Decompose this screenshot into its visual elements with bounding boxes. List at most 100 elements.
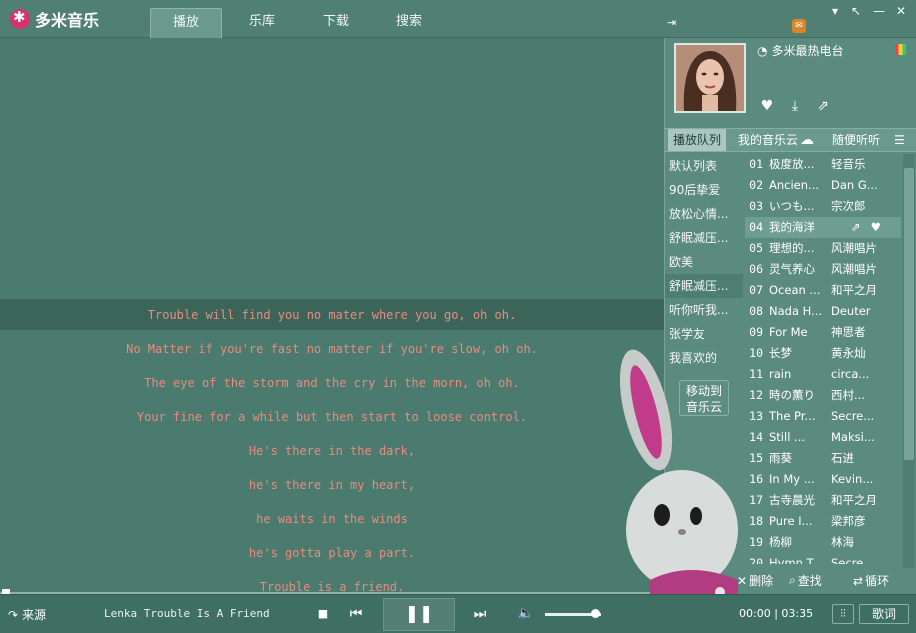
song-artist: 风潮唱片 (831, 262, 877, 276)
move-to-cloud-button[interactable]: 移动到 音乐云 (679, 380, 729, 416)
find-label: 查找 (797, 574, 822, 588)
volume-knob[interactable] (591, 609, 601, 618)
song-row[interactable]: 19 杨柳 林海 (745, 532, 901, 553)
lyric-line: Trouble will find you no mater where you… (147, 308, 517, 322)
tab-music-cloud[interactable]: 我的音乐云 (738, 129, 798, 151)
message-icon[interactable]: ✉ (792, 19, 806, 33)
playlist-category[interactable]: 听你听我... (665, 298, 743, 322)
playlist-category[interactable]: 欧美 (665, 250, 743, 274)
color-skin-icon[interactable] (895, 44, 906, 55)
song-artist: 和平之月 (831, 493, 877, 507)
lyric-toggle-button[interactable]: 歌词 (859, 604, 909, 624)
song-row[interactable]: 07 Ocean ... 和平之月 (745, 280, 901, 301)
song-row[interactable]: 11 rain circa... (745, 364, 901, 385)
source-button[interactable]: ↷ 来源 (8, 606, 46, 623)
lyrics-panel: Trouble will find you no mater where you… (0, 38, 664, 594)
share-icon[interactable]: ⇗ (851, 217, 861, 238)
lyric-line: No Matter if you're fast no matter if yo… (126, 342, 538, 356)
pause-button[interactable]: ❚❚ (383, 598, 455, 631)
tab-random-listen[interactable]: 随便听听 (832, 129, 880, 151)
delete-button[interactable]: ✕ 删除 (737, 572, 773, 589)
heart-icon[interactable]: ♥ (871, 217, 881, 238)
tab-play-queue[interactable]: 播放队列 (668, 129, 727, 151)
list-menu-icon[interactable]: ☰ (894, 129, 905, 151)
playlist-category[interactable]: 放松心情... (665, 202, 743, 226)
find-button[interactable]: ⌕ 查找 (789, 572, 822, 589)
song-row[interactable]: 14 Still ... Maksi... (745, 427, 901, 448)
song-title: 時の薫り (769, 388, 815, 402)
playlist-category[interactable]: 默认列表 (665, 154, 743, 178)
radio-station[interactable]: ◔ 多米最热电台 (757, 42, 844, 59)
song-number: 03 (749, 199, 763, 213)
song-number: 01 (749, 157, 763, 171)
tab-play[interactable]: 播放 (150, 8, 222, 38)
song-title: 理想的... (769, 241, 815, 255)
song-number: 09 (749, 325, 763, 339)
song-list-scrollbar[interactable] (903, 154, 915, 568)
song-title: Hymn T... (769, 556, 824, 564)
song-title: Ocean ... (769, 283, 821, 297)
song-artist: 和平之月 (831, 283, 877, 297)
add-button[interactable]: ＋添加 (677, 572, 715, 589)
song-artist: Secre... (831, 409, 875, 423)
song-row[interactable]: 15 雨葵 石进 (745, 448, 901, 469)
mini-mode-icon[interactable]: ↖ (849, 4, 863, 18)
song-row[interactable]: 05 理想的... 风潮唱片 (745, 238, 901, 259)
song-row[interactable]: 16 In My ... Kevin... (745, 469, 901, 490)
song-title: Nada H... (769, 304, 823, 318)
logo-icon (10, 8, 30, 29)
scrollbar-thumb[interactable] (904, 168, 914, 460)
song-row[interactable]: 18 Pure I... 梁邦彦 (745, 511, 901, 532)
volume-icon[interactable]: 🔈 (517, 605, 535, 623)
tab-download[interactable]: 下载 (300, 8, 372, 38)
song-number: 05 (749, 241, 763, 255)
song-title: 长梦 (769, 346, 792, 360)
station-name: 多米最热电台 (771, 44, 844, 58)
playlist-category[interactable]: 90后挚爱 (665, 178, 743, 202)
song-title: The Pr... (769, 409, 816, 423)
next-icon[interactable]: ⏭ (471, 605, 489, 623)
song-row[interactable]: 01 极度放... 轻音乐 (745, 154, 901, 175)
stop-icon[interactable]: ■ (314, 605, 332, 623)
song-row[interactable]: 09 For Me 神思者 (745, 322, 901, 343)
download-icon[interactable]: ⤓ (787, 98, 803, 114)
song-number: 18 (749, 514, 763, 528)
song-number: 11 (749, 367, 763, 381)
song-row[interactable]: 08 Nada H... Deuter (745, 301, 901, 322)
login-icon[interactable]: ⇥ (667, 17, 679, 29)
source-icon: ↷ (8, 607, 19, 622)
song-artist: 宗次郎 (831, 199, 866, 213)
delete-label: 删除 (749, 574, 774, 588)
playlist-category[interactable]: 舒眠减压... (665, 226, 743, 250)
share-icon[interactable]: ⇗ (815, 98, 831, 114)
playlist-category[interactable]: 舒眠减压... (665, 274, 743, 298)
song-row[interactable]: 03 いつも... 宗次郎 (745, 196, 901, 217)
tab-library[interactable]: 乐库 (226, 8, 298, 38)
song-row[interactable]: 13 The Pr... Secre... (745, 406, 901, 427)
lyric-line: He's there in the dark, (248, 444, 416, 458)
song-row[interactable]: 02 Ancien... Dan G... (745, 175, 901, 196)
song-number: 17 (749, 493, 763, 507)
song-artist: 黄永灿 (831, 346, 866, 360)
search-icon: ⌕ (789, 573, 796, 587)
heart-icon[interactable]: ♥ (759, 98, 775, 114)
song-row[interactable]: 06 灵气养心 风潮唱片 (745, 259, 901, 280)
song-row[interactable]: 12 時の薫り 西村... (745, 385, 901, 406)
album-cover[interactable] (674, 43, 746, 113)
loop-button[interactable]: ⇄ 循环 (853, 572, 889, 589)
equalizer-button[interactable]: ⫶⫶ (832, 604, 854, 624)
song-row[interactable]: 04 我的海洋 ⇗ ♥ (745, 217, 901, 238)
tab-search[interactable]: 搜索 (373, 8, 445, 38)
skin-menu-icon[interactable]: ▾ (828, 4, 842, 18)
song-number: 15 (749, 451, 763, 465)
song-row[interactable]: 17 古寺晨光 和平之月 (745, 490, 901, 511)
playlist-category[interactable]: 我喜欢的 (665, 346, 743, 370)
minimize-icon[interactable]: — (872, 4, 886, 18)
song-title: 古寺晨光 (769, 493, 815, 507)
close-icon[interactable]: ✕ (894, 4, 908, 18)
move-cloud-label-2: 音乐云 (685, 400, 722, 414)
song-row[interactable]: 10 长梦 黄永灿 (745, 343, 901, 364)
previous-icon[interactable]: ⏮ (347, 605, 365, 623)
playlist-category[interactable]: 张学友 (665, 322, 743, 346)
song-row[interactable]: 20 Hymn T... Secre... (745, 553, 901, 564)
